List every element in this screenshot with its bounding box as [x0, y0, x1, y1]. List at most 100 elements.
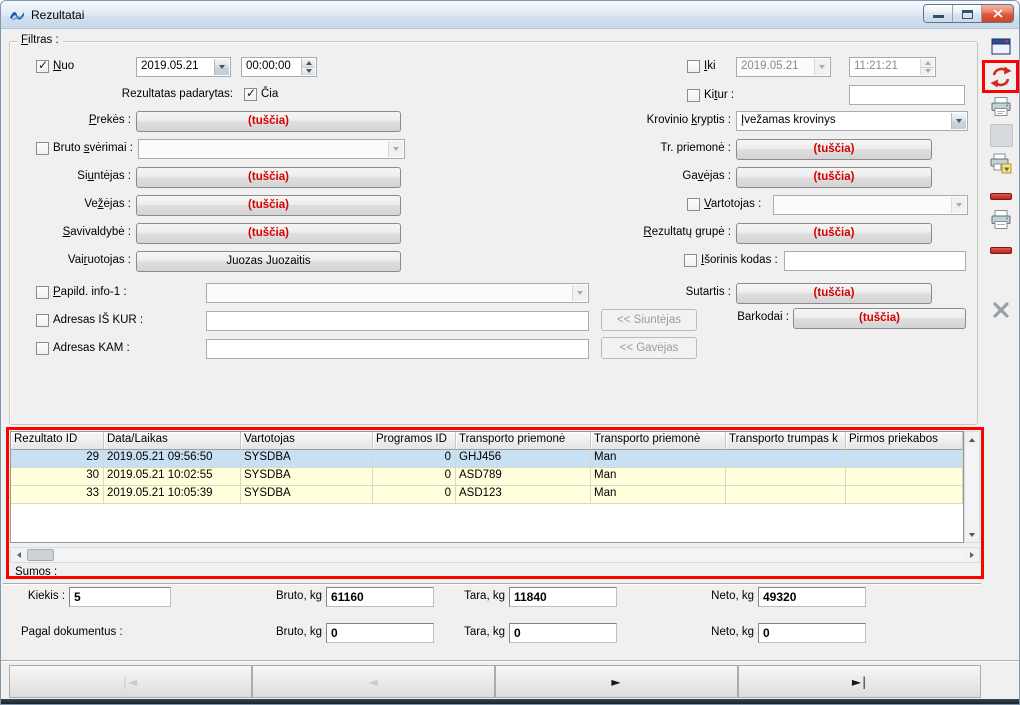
cell[interactable] [846, 468, 963, 486]
cell[interactable]: GHJ456 [456, 450, 591, 468]
cell[interactable]: 2019.05.21 10:02:55 [104, 468, 241, 486]
print-icon-2[interactable] [988, 207, 1014, 233]
kitur-checkbox[interactable]: Kitur : [687, 87, 734, 103]
nuo-checkbox[interactable]: Nuo [36, 58, 74, 74]
iki-time-up-icon[interactable] [920, 59, 934, 68]
cell[interactable]: SYSDBA [241, 450, 373, 468]
cell[interactable]: 0 [373, 450, 456, 468]
red-bar-icon[interactable] [988, 183, 1014, 209]
grid-col-pirmos-priekabos[interactable]: Pirmos priekabos [846, 432, 963, 450]
grid-col-transporto-priemone-2[interactable]: Transporto priemonė [591, 432, 726, 450]
papild-info1-checkbox[interactable]: Papild. info-1 : [36, 284, 127, 300]
minimize-icon[interactable] [924, 5, 953, 22]
bruto-sverimai-checkbox[interactable]: Bruto svėrimai : [36, 140, 133, 156]
table-row[interactable]: 33 2019.05.21 10:05:39 SYSDBA 0 ASD123 M… [11, 486, 963, 504]
scroll-left-icon[interactable] [11, 548, 26, 562]
iki-date-combo[interactable]: 2019.05.21 [736, 57, 831, 77]
scroll-down-icon[interactable] [965, 527, 979, 542]
vairuotojas-button[interactable]: Juozas Juozaitis [136, 251, 401, 272]
cell[interactable]: 0 [373, 486, 456, 504]
savivaldybe-button[interactable]: (tuščia) [136, 223, 401, 244]
cell[interactable] [846, 450, 963, 468]
adresas-kam-checkbox[interactable]: Adresas KAM : [36, 340, 130, 356]
krovinio-kryptis-combo[interactable]: Įvežamas krovinys [736, 111, 968, 131]
grid-col-data-laikas[interactable]: Data/Laikas [104, 432, 241, 450]
adresas-is-kur-input[interactable] [206, 311, 589, 331]
isorinis-kodas-checkbox[interactable]: Išorinis kodas : [684, 252, 778, 268]
vezejas-button[interactable]: (tuščia) [136, 195, 401, 216]
vartotojas-dropdown-arrow-icon[interactable] [951, 197, 966, 213]
copy-gavejas-button[interactable]: << Gavėjas [601, 337, 697, 359]
cell[interactable]: SYSDBA [241, 468, 373, 486]
grid-col-programos-id[interactable]: Programos ID [373, 432, 456, 450]
cell[interactable]: 2019.05.21 10:05:39 [104, 486, 241, 504]
adresas-is-kur-checkbox[interactable]: Adresas IŠ KUR : [36, 312, 143, 328]
nuo-time-spinner[interactable]: 00:00:00 [241, 57, 317, 77]
rezultatu-grupe-button[interactable]: (tuščia) [736, 223, 932, 244]
table-row[interactable]: 29 2019.05.21 09:56:50 SYSDBA 0 GHJ456 M… [11, 450, 963, 468]
next-record-button[interactable]: ► [495, 665, 738, 698]
grid-col-transporto-trumpas[interactable]: Transporto trumpas k [726, 432, 846, 450]
barkodai-button[interactable]: (tuščia) [793, 308, 966, 329]
iki-time-spinner[interactable]: 11:21:21 [849, 57, 936, 77]
red-bar-icon-2[interactable] [988, 237, 1014, 263]
adresas-kam-input[interactable] [206, 339, 589, 359]
previous-record-button[interactable]: ◄ [252, 665, 495, 698]
vartotojas-checkbox[interactable]: Vartotojas : [687, 196, 761, 212]
cell[interactable]: SYSDBA [241, 486, 373, 504]
papild-info1-dropdown-arrow-icon[interactable] [572, 285, 587, 301]
tr-priemone-button[interactable]: (tuščia) [736, 139, 932, 160]
gavejas-button[interactable]: (tuščia) [736, 167, 932, 188]
cell[interactable]: 29 [11, 450, 104, 468]
print-options-icon[interactable] [988, 151, 1014, 177]
scroll-up-icon[interactable] [965, 432, 979, 447]
blank-button[interactable] [988, 122, 1014, 148]
cell[interactable] [726, 468, 846, 486]
last-record-button[interactable]: ►| [738, 665, 981, 698]
first-record-button[interactable]: |◄ [9, 665, 252, 698]
cell[interactable]: Man [591, 486, 726, 504]
scroll-right-icon[interactable] [964, 548, 979, 562]
nuo-date-combo[interactable]: 2019.05.21 [136, 57, 231, 77]
grid-vertical-scrollbar[interactable] [964, 431, 980, 543]
nuo-time-down-icon[interactable] [301, 68, 315, 76]
grid-horizontal-scrollbar[interactable] [10, 547, 980, 563]
delete-x-icon[interactable] [988, 297, 1014, 323]
print-icon[interactable] [988, 94, 1014, 120]
cell[interactable]: 2019.05.21 09:56:50 [104, 450, 241, 468]
cell[interactable]: Man [591, 450, 726, 468]
cia-checkbox[interactable]: Čia [244, 86, 278, 102]
sutartis-button[interactable]: (tuščia) [736, 283, 932, 304]
cell[interactable]: 30 [11, 468, 104, 486]
copy-siuntejas-button[interactable]: << Siuntėjas [601, 309, 697, 331]
table-row[interactable]: 30 2019.05.21 10:02:55 SYSDBA 0 ASD789 M… [11, 468, 963, 486]
refresh-icon[interactable] [988, 64, 1014, 90]
iki-checkbox[interactable]: Iki [687, 58, 716, 74]
vartotojas-combo[interactable] [773, 195, 968, 215]
cell[interactable]: Man [591, 468, 726, 486]
grid-col-rezultato-id[interactable]: Rezultato ID [11, 432, 104, 450]
cell[interactable] [726, 450, 846, 468]
cell[interactable] [846, 486, 963, 504]
kitur-input[interactable] [849, 85, 965, 105]
isorinis-kodas-input[interactable] [784, 251, 966, 271]
maximize-icon[interactable] [953, 5, 982, 22]
grid-col-vartotojas[interactable]: Vartotojas [241, 432, 373, 450]
close-icon[interactable] [982, 5, 1013, 22]
scrollbar-thumb[interactable] [27, 549, 54, 561]
form-window-icon[interactable] [988, 34, 1014, 60]
cell[interactable]: 33 [11, 486, 104, 504]
siuntejas-button[interactable]: (tuščia) [136, 167, 401, 188]
bruto-sverimai-combo[interactable] [138, 139, 405, 159]
nuo-date-dropdown-arrow-icon[interactable] [214, 59, 229, 75]
iki-time-down-icon[interactable] [920, 68, 934, 76]
prekes-button[interactable]: (tuščia) [136, 111, 401, 132]
nuo-time-up-icon[interactable] [301, 59, 315, 68]
cell[interactable]: 0 [373, 468, 456, 486]
grid-col-transporto-priemone-1[interactable]: Transporto priemonė [456, 432, 591, 450]
cell[interactable]: ASD789 [456, 468, 591, 486]
iki-date-dropdown-arrow-icon[interactable] [814, 59, 829, 75]
krovinio-kryptis-dropdown-arrow-icon[interactable] [951, 113, 966, 129]
bruto-sverimai-dropdown-arrow-icon[interactable] [388, 141, 403, 157]
cell[interactable] [726, 486, 846, 504]
